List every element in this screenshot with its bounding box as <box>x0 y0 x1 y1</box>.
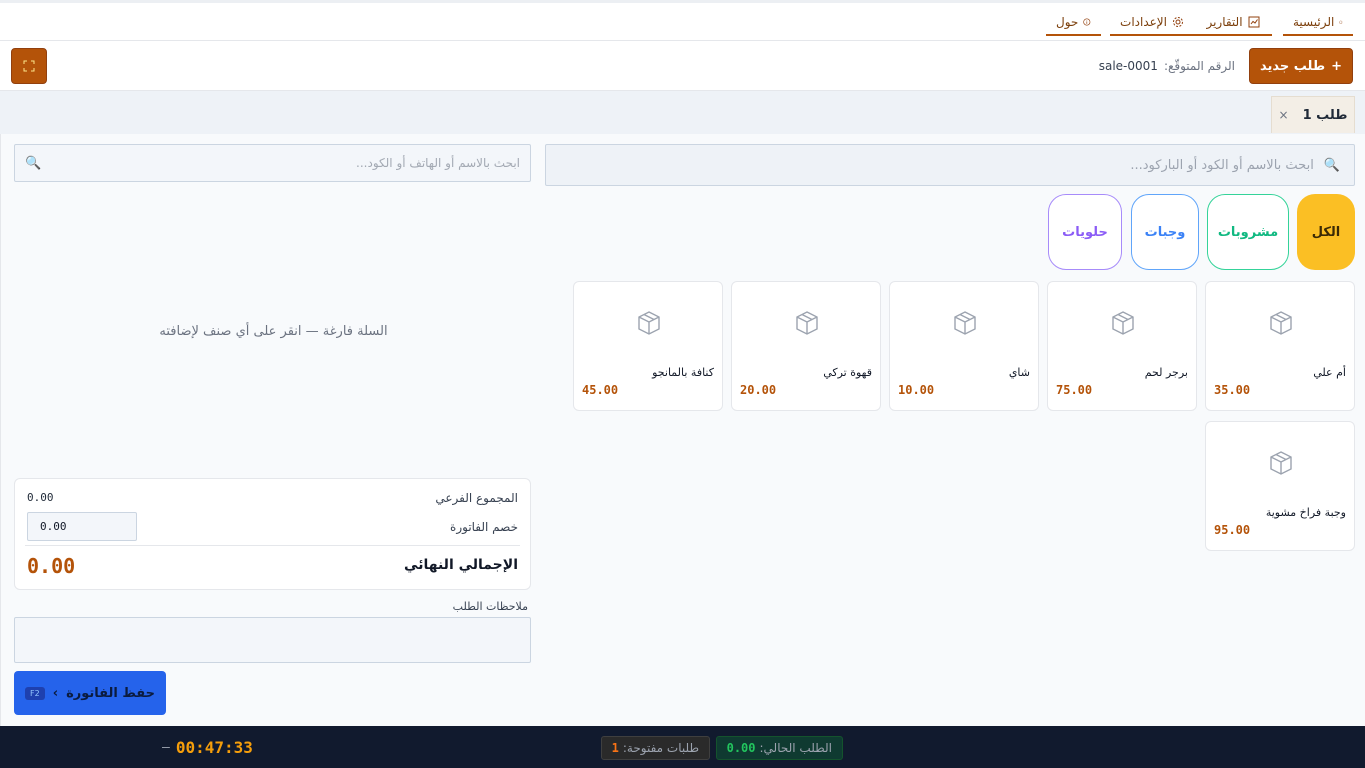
new-order-button[interactable]: + طلب جديد <box>1249 48 1353 84</box>
discount-label: خصم الفاتورة <box>450 520 518 534</box>
discount-input[interactable]: 0.00 <box>27 512 137 541</box>
product-name: قهوة تركي <box>823 366 872 379</box>
nav-tab-about[interactable]: حول <box>1046 9 1101 36</box>
chart-icon <box>1248 16 1260 27</box>
nav-tab-home-label: الرئيسية <box>1293 14 1335 29</box>
current-order-label: الطلب الحالي: <box>759 741 833 755</box>
nav-tab-about-label: حول <box>1056 14 1079 29</box>
order-notes-textarea[interactable] <box>14 617 531 663</box>
open-orders-label: طلبات مفتوحة: <box>622 741 699 755</box>
category-desserts[interactable]: حلويات <box>1048 194 1122 270</box>
save-shortcut-badge: F2 <box>25 686 45 700</box>
grand-total-label: الإجمالي النهائي <box>404 557 518 573</box>
chevron-left-icon: › <box>52 685 59 701</box>
category-meals[interactable]: وجبات <box>1131 194 1199 270</box>
close-icon[interactable]: × <box>1279 108 1289 122</box>
nav-tab-reports-label: التقارير <box>1206 14 1243 29</box>
status-bar: الطلب الحالي: 0.00 طلبات مفتوحة: 1 00:47… <box>0 726 1365 768</box>
clock-dash: — <box>162 740 170 755</box>
box-icon <box>1270 451 1292 475</box>
product-search-placeholder: ابحث بالاسم أو الكود أو الباركود... <box>1130 157 1314 173</box>
search-icon: 🔍 <box>1323 157 1340 173</box>
product-card[interactable]: شاي 10.00 <box>889 281 1039 411</box>
product-price: 95.00 <box>1214 523 1251 537</box>
nav-tab-settings[interactable]: الإعدادات <box>1110 9 1194 36</box>
product-name: شاي <box>1008 366 1030 379</box>
product-name: أم علي <box>1313 366 1346 379</box>
current-order-badge: الطلب الحالي: 0.00 <box>715 736 843 760</box>
product-card[interactable]: كنافة بالمانجو 45.00 <box>573 281 723 411</box>
order-tab[interactable]: طلب 1 × <box>1271 96 1355 133</box>
empty-cart-message: السلة فارغة — انقر على أي صنف لإضافته <box>159 324 388 339</box>
order-tab-label: طلب 1 <box>1302 107 1348 123</box>
expected-number-label: الرقم المتوقّع: <box>1163 59 1235 73</box>
current-order-value: 0.00 <box>726 741 756 755</box>
totals-box: المجموع الفرعي 0.00 خصم الفاتورة 0.00 ال… <box>14 478 531 590</box>
box-icon <box>1270 311 1292 335</box>
open-orders-badge: طلبات مفتوحة: 1 <box>600 736 710 760</box>
category-all-label: الكل <box>1311 224 1341 240</box>
product-price: 75.00 <box>1056 383 1093 397</box>
products-panel: 🔍 ابحث بالاسم أو الكود أو الباركود... ال… <box>545 134 1365 726</box>
info-icon <box>1083 17 1091 26</box>
product-price: 10.00 <box>898 383 935 397</box>
customer-search-input[interactable]: ابحث بالاسم أو الهاتف أو الكود... 🔍 <box>14 144 531 182</box>
product-name: برجر لحم <box>1144 366 1188 379</box>
open-orders-value: 1 <box>611 741 619 755</box>
product-card[interactable]: قهوة تركي 20.00 <box>731 281 881 411</box>
product-price: 35.00 <box>1214 383 1251 397</box>
main-navbar: الرئيسية التقارير الإعدادات حول <box>0 3 1365 41</box>
search-icon: 🔍 <box>25 155 42 171</box>
product-card[interactable]: وجبة فراخ مشوية 95.00 <box>1205 421 1355 551</box>
grand-total-value: 0.00 <box>27 554 76 578</box>
notes-label: ملاحظات الطلب <box>452 600 528 613</box>
box-icon <box>638 311 660 335</box>
product-price: 45.00 <box>582 383 619 397</box>
fullscreen-button[interactable] <box>11 48 47 84</box>
category-drinks-label: مشروبات <box>1217 224 1279 240</box>
category-meals-label: وجبات <box>1144 224 1186 240</box>
product-name: وجبة فراخ مشوية <box>1265 506 1346 519</box>
clock-time: 00:47:33 <box>175 738 253 757</box>
subtotal-label: المجموع الفرعي <box>435 491 518 505</box>
save-invoice-button[interactable]: حفظ الفاتورة › F2 <box>14 671 166 715</box>
save-invoice-label: حفظ الفاتورة <box>66 685 155 701</box>
expected-number-value: sale-0001 <box>1098 59 1158 73</box>
subtotal-value: 0.00 <box>27 491 54 504</box>
category-drinks[interactable]: مشروبات <box>1207 194 1289 270</box>
customer-search-placeholder: ابحث بالاسم أو الهاتف أو الكود... <box>356 156 520 170</box>
new-order-label: طلب جديد <box>1260 58 1326 74</box>
product-card[interactable]: برجر لحم 75.00 <box>1047 281 1197 411</box>
totals-divider <box>25 545 520 546</box>
expected-invoice-number: الرقم المتوقّع: sale-0001 <box>1099 59 1235 73</box>
product-card[interactable]: أم علي 35.00 <box>1205 281 1355 411</box>
category-all[interactable]: الكل <box>1297 194 1355 270</box>
nav-tab-home[interactable]: الرئيسية <box>1283 9 1353 36</box>
gear-icon <box>1172 16 1183 27</box>
box-icon <box>954 311 976 335</box>
toolbar: + طلب جديد الرقم المتوقّع: sale-0001 <box>0 41 1365 91</box>
product-price: 20.00 <box>740 383 777 397</box>
nav-tab-reports[interactable]: التقارير <box>1194 9 1272 36</box>
box-icon <box>796 311 818 335</box>
clock: 00:47:33 — <box>162 738 253 757</box>
order-tabs-bar: طلب 1 × <box>0 91 1365 134</box>
box-icon <box>1112 311 1134 335</box>
home-icon <box>1339 19 1343 24</box>
nav-tab-settings-label: الإعدادات <box>1120 14 1167 29</box>
product-search-input[interactable]: 🔍 ابحث بالاسم أو الكود أو الباركود... <box>545 144 1355 186</box>
category-desserts-label: حلويات <box>1062 224 1108 240</box>
plus-icon: + <box>1331 58 1343 74</box>
fullscreen-icon <box>23 60 35 72</box>
product-name: كنافة بالمانجو <box>652 366 714 379</box>
cart-panel: ابحث بالاسم أو الهاتف أو الكود... 🔍 السل… <box>0 134 545 726</box>
